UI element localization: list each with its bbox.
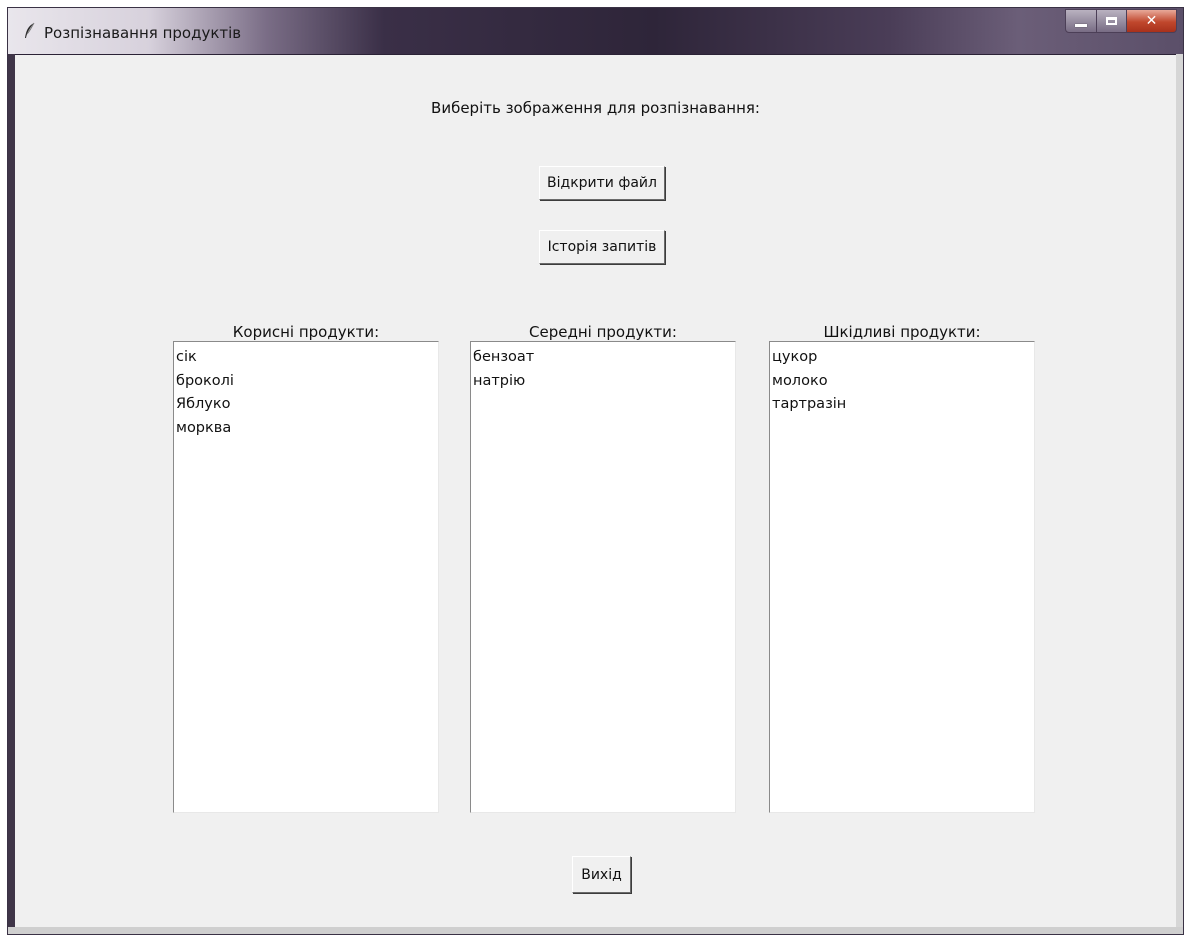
client-area: Виберіть зображення для розпізнавання: В… bbox=[15, 55, 1176, 927]
app-window: Розпізнавання продуктів ✕ Виберіть зобра… bbox=[7, 7, 1184, 935]
list-item[interactable]: натрію bbox=[472, 370, 735, 394]
healthy-products-label: Корисні продукти: bbox=[232, 323, 380, 341]
close-icon: ✕ bbox=[1145, 13, 1158, 29]
list-item[interactable]: тартразін bbox=[771, 393, 1034, 417]
close-button[interactable]: ✕ bbox=[1127, 9, 1177, 33]
medium-products-list[interactable]: бензоат натрію bbox=[470, 341, 736, 813]
title-bar[interactable]: Розпізнавання продуктів ✕ bbox=[8, 8, 1183, 55]
minimize-icon bbox=[1075, 23, 1087, 27]
window-frame-bottom bbox=[8, 927, 1183, 934]
medium-products-label: Середні продукти: bbox=[529, 323, 677, 341]
harmful-products-list[interactable]: цукор молоко тартразін bbox=[769, 341, 1035, 813]
maximize-icon bbox=[1106, 17, 1117, 25]
list-item[interactable]: сік bbox=[175, 346, 438, 370]
list-item[interactable]: цукор bbox=[771, 346, 1034, 370]
minimize-button[interactable] bbox=[1065, 9, 1097, 33]
harmful-products-label: Шкідливі продукти: bbox=[823, 323, 981, 341]
window-frame-left bbox=[8, 54, 15, 934]
list-item[interactable]: бензоат bbox=[472, 346, 735, 370]
exit-button[interactable]: Вихід bbox=[572, 856, 631, 893]
feather-icon bbox=[22, 22, 38, 40]
healthy-products-list[interactable]: сік броколі Яблуко морква bbox=[173, 341, 439, 813]
history-button[interactable]: Історія запитів bbox=[539, 230, 665, 264]
caption-buttons: ✕ bbox=[1065, 9, 1177, 33]
open-file-button[interactable]: Відкрити файл bbox=[539, 166, 665, 200]
list-item[interactable]: броколі bbox=[175, 370, 438, 394]
maximize-button[interactable] bbox=[1097, 9, 1127, 33]
list-item[interactable]: Яблуко bbox=[175, 393, 438, 417]
list-item[interactable]: морква bbox=[175, 417, 438, 441]
list-item[interactable]: молоко bbox=[771, 370, 1034, 394]
window-title: Розпізнавання продуктів bbox=[44, 24, 242, 42]
window-frame-right bbox=[1176, 54, 1183, 934]
prompt-label: Виберіть зображення для розпізнавання: bbox=[431, 99, 760, 117]
